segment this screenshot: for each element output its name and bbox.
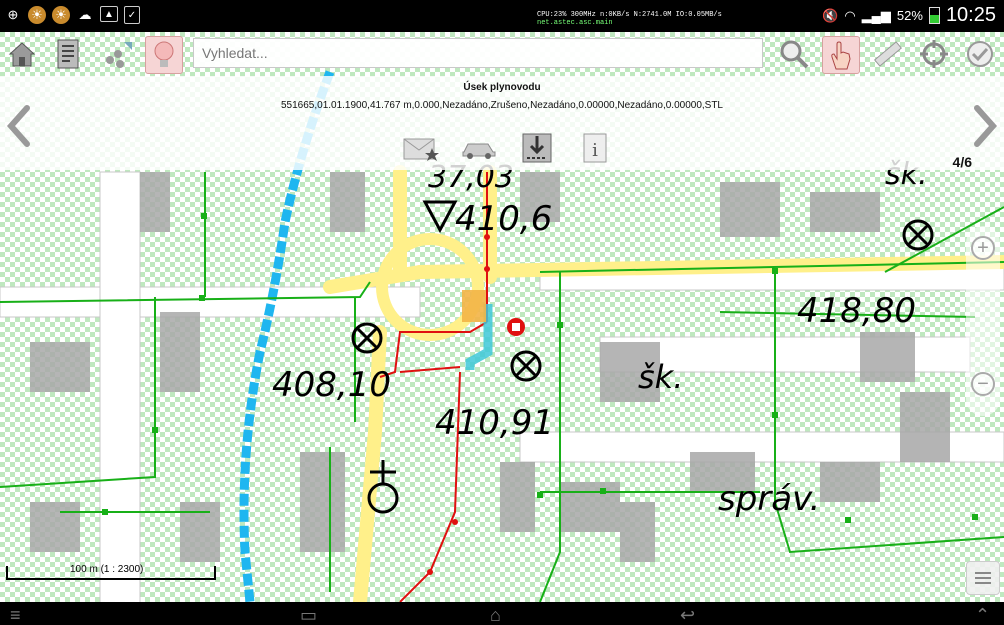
map-label-5: šk. — [638, 358, 683, 396]
weather-icon: ☀ — [52, 6, 70, 24]
stats-line-1: CPU:23% 300MHz n:0KB/s N:2741.0M IO:0.05… — [537, 11, 722, 19]
layers-icon[interactable] — [100, 36, 136, 72]
crosshair-icon[interactable] — [916, 36, 952, 72]
map-label-7: správ. — [718, 479, 820, 519]
svg-text:i: i — [592, 140, 598, 161]
cloud-icon: ☁ — [78, 7, 92, 22]
battery-percent: 52% — [896, 8, 923, 23]
system-stats: CPU:23% 300MHz n:0KB/s N:2741.0M IO:0.05… — [537, 11, 722, 27]
status-bar: ⊕ ☀ ☀ ☁ ▲ ✓ CPU:23% 300MHz n:0KB/s N:274… — [0, 0, 1004, 32]
map-label-2: 410,6 — [455, 199, 552, 239]
zoom-controls: + − — [966, 226, 1000, 416]
gps-icon: ⊕ — [7, 7, 19, 22]
battery-icon — [928, 7, 940, 24]
weather-icon: ☀ — [28, 6, 46, 24]
search-box — [193, 38, 763, 68]
wifi-icon: ◠ — [844, 7, 856, 23]
zoom-out-button[interactable]: − — [971, 372, 995, 396]
feature-title: Úsek plynovodu — [463, 82, 541, 93]
document-icon[interactable] — [50, 36, 86, 72]
map-label-6: 410,91 — [435, 403, 554, 443]
notification-icons: ⊕ ☀ ☀ ☁ ▲ ✓ — [4, 6, 140, 24]
next-feature-button[interactable] — [968, 98, 1002, 154]
zoom-icon[interactable] — [776, 36, 812, 72]
search-input[interactable] — [194, 39, 762, 67]
bulb-icon[interactable] — [145, 36, 183, 74]
ruler-icon[interactable] — [870, 36, 906, 72]
mute-icon: 🔇 — [822, 7, 839, 23]
clipboard-icon: ✓ — [124, 6, 140, 24]
system-nav-bar: ≡ ▭ ⌂ ↩ ⌃ — [0, 602, 1004, 624]
status-right: 🔇 ◠ ▂▄▆ 52% 10:25 — [822, 4, 996, 27]
info-icon[interactable]: i — [576, 132, 614, 164]
recent-apps-icon[interactable]: ▭ — [300, 606, 317, 624]
scale-bar: 100 m (1 : 2300) — [6, 562, 216, 580]
check-icon[interactable] — [962, 36, 998, 72]
car-icon[interactable] — [460, 132, 498, 164]
image-icon: ▲ — [100, 6, 118, 22]
stats-line-2: net.astec.asc.main — [537, 19, 613, 27]
home-nav-icon[interactable]: ⌂ — [490, 606, 501, 624]
home-icon[interactable] — [4, 36, 40, 72]
clock: 10:25 — [945, 4, 996, 26]
hand-icon[interactable] — [822, 36, 860, 74]
back-icon[interactable]: ↩ — [680, 606, 695, 624]
toolbar — [0, 32, 1004, 76]
map-label-4: 408,10 — [272, 365, 391, 405]
expand-icon[interactable]: ⌃ — [975, 606, 990, 624]
feature-info-panel: Úsek plynovodu 551665,01.01.1900,41.767 … — [0, 76, 1004, 170]
feature-attributes: 551665,01.01.1900,41.767 m,0.000,Nezadán… — [280, 100, 723, 111]
route-icon[interactable] — [518, 132, 556, 164]
map-menu-button[interactable] — [966, 561, 1000, 595]
feature-counter: 4/6 — [952, 154, 972, 170]
menu-icon[interactable]: ≡ — [10, 606, 21, 624]
feature-actions: i — [402, 132, 634, 164]
map-label-3: 418,80 — [797, 291, 916, 331]
mail-star-icon[interactable] — [402, 132, 440, 164]
signal-icon: ▂▄▆ — [861, 7, 891, 23]
zoom-in-button[interactable]: + — [971, 236, 995, 260]
scale-label: 100 m (1 : 2300) — [70, 564, 144, 575]
